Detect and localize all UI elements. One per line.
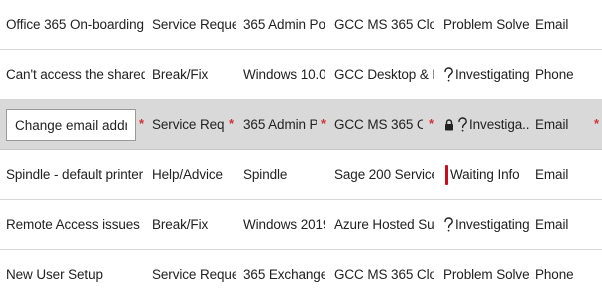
- type-cell[interactable]: Service Requ...: [152, 100, 224, 149]
- table-row[interactable]: Can't access the shared d... Break/Fix W…: [0, 50, 602, 100]
- question-icon: [443, 216, 454, 233]
- group-cell[interactable]: GCC Desktop & D...: [334, 50, 434, 99]
- question-icon: [443, 66, 454, 83]
- type-cell[interactable]: Service Request: [152, 0, 236, 49]
- product-cell[interactable]: 365 Admin Po...: [243, 0, 325, 49]
- group-cell[interactable]: Sage 200 Services...: [334, 150, 434, 199]
- required-marker: *: [139, 116, 145, 131]
- status-cell[interactable]: Problem Solved: [443, 250, 529, 289]
- waiting-info-icon: [443, 164, 449, 185]
- subject-cell[interactable]: New User Setup: [6, 250, 145, 289]
- status-text: Problem Solved: [443, 267, 529, 282]
- subject-cell[interactable]: Remote Access issues: [6, 200, 145, 249]
- source-cell[interactable]: Email: [535, 150, 587, 199]
- source-cell[interactable]: Email: [535, 100, 587, 149]
- product-cell[interactable]: Spindle: [243, 150, 325, 199]
- status-cell[interactable]: Investigating: [443, 200, 529, 249]
- type-cell[interactable]: Service Request: [152, 250, 236, 289]
- status-cell[interactable]: Waiting Info: [443, 150, 529, 199]
- type-cell[interactable]: Break/Fix: [152, 200, 236, 249]
- source-cell[interactable]: Email: [535, 200, 587, 249]
- status-text: Problem Solved: [443, 17, 529, 32]
- required-marker: *: [229, 116, 235, 131]
- type-cell[interactable]: Break/Fix: [152, 50, 236, 99]
- group-cell[interactable]: GCC MS 365 Clou...: [334, 100, 423, 149]
- status-text: Waiting Info: [450, 167, 520, 182]
- group-cell[interactable]: Azure Hosted Sup...: [334, 200, 434, 249]
- group-cell[interactable]: GCC MS 365 Clou...: [334, 250, 434, 289]
- table-row[interactable]: Spindle - default printer p... Help/Advi…: [0, 150, 602, 200]
- table-row[interactable]: New User Setup Service Request 365 Excha…: [0, 250, 602, 289]
- product-cell[interactable]: Windows 2019: [243, 200, 325, 249]
- product-cell[interactable]: Windows 10.0: [243, 50, 325, 99]
- product-cell[interactable]: 365 Exchange ...: [243, 250, 325, 289]
- subject-edit-input[interactable]: [6, 109, 136, 141]
- table-row[interactable]: Office 365 On-boarding r... Service Requ…: [0, 0, 602, 50]
- type-cell[interactable]: Help/Advice: [152, 150, 236, 199]
- question-icon: [457, 116, 468, 133]
- status-cell[interactable]: Investiga...: [444, 100, 529, 149]
- lock-icon: [444, 118, 454, 131]
- status-cell[interactable]: Investigating: [443, 50, 529, 99]
- ticket-grid: Office 365 On-boarding r... Service Requ…: [0, 0, 602, 289]
- status-text: Investigating: [455, 217, 529, 232]
- required-marker: *: [321, 116, 327, 131]
- status-text: Investigating: [455, 67, 529, 82]
- subject-cell[interactable]: Office 365 On-boarding r...: [6, 0, 145, 49]
- subject-cell[interactable]: Can't access the shared d...: [6, 50, 145, 99]
- table-row[interactable]: Remote Access issues Break/Fix Windows 2…: [0, 200, 602, 250]
- source-cell[interactable]: Phone: [535, 250, 587, 289]
- subject-cell[interactable]: Spindle - default printer p...: [6, 150, 145, 199]
- source-cell[interactable]: Email: [535, 0, 587, 49]
- source-cell[interactable]: Phone: [535, 50, 587, 99]
- table-row-selected[interactable]: * Service Requ... * 365 Admin P... * GCC…: [0, 100, 602, 150]
- required-marker: *: [429, 116, 435, 131]
- product-cell[interactable]: 365 Admin P...: [243, 100, 317, 149]
- required-marker: *: [594, 116, 600, 131]
- status-cell[interactable]: Problem Solved: [443, 0, 529, 49]
- status-text: Investiga...: [469, 117, 529, 132]
- group-cell[interactable]: GCC MS 365 Clou...: [334, 0, 434, 49]
